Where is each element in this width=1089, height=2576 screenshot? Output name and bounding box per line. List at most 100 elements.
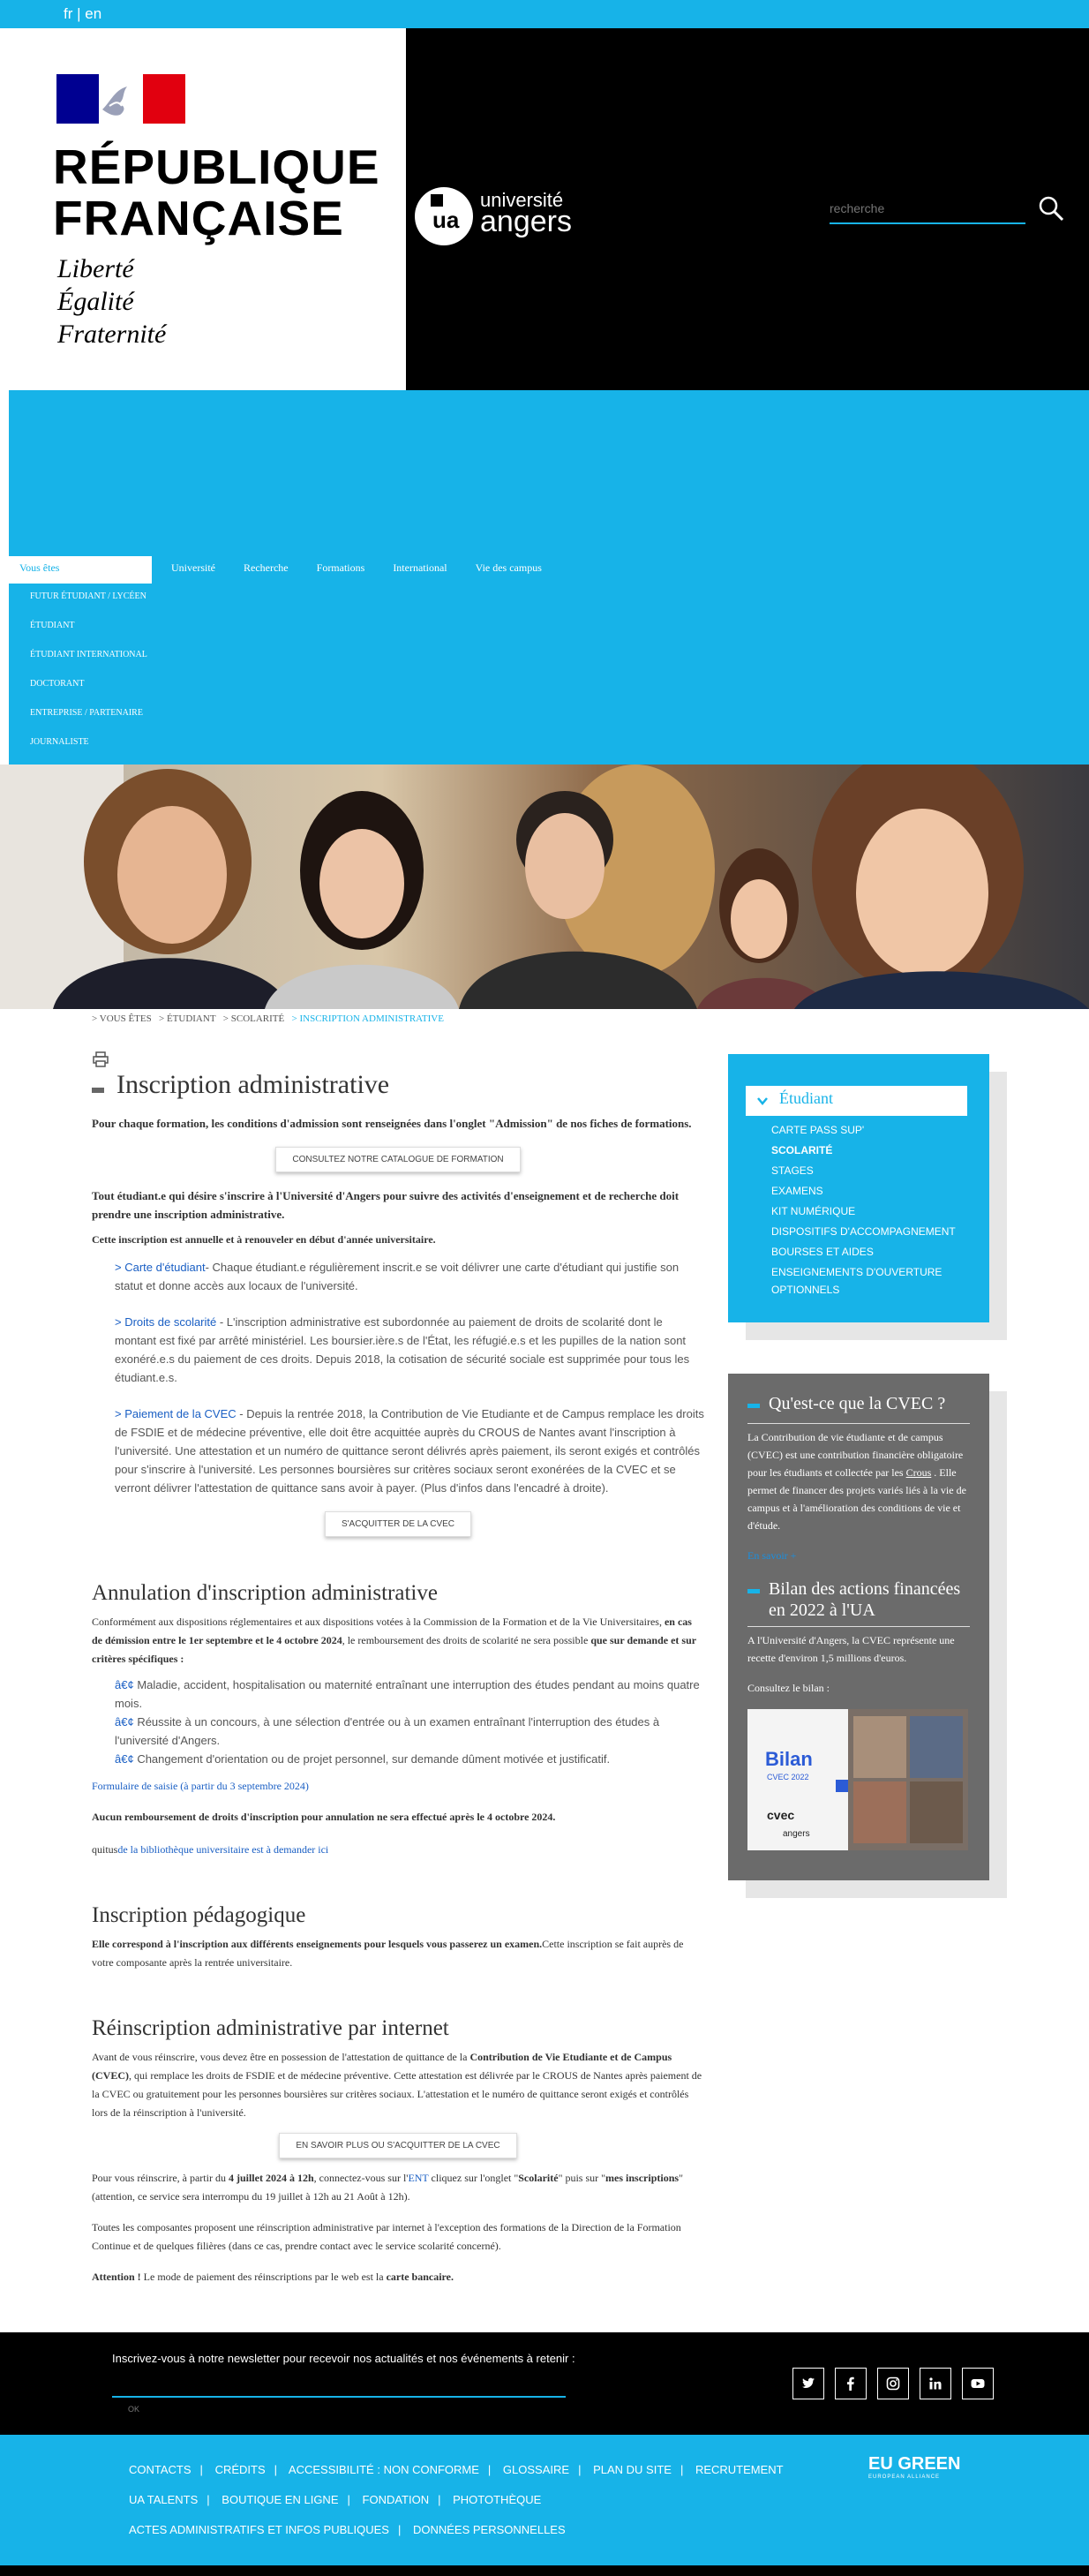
sidebar-item-enseignements[interactable]: ENSEIGNEMENTS D'OUVERTURE OPTIONNELS	[771, 1263, 983, 1299]
re-p2-e: cliquez sur l'onglet "	[428, 2172, 519, 2184]
cvec-more-link[interactable]: En savoir +	[747, 1547, 970, 1564]
sidebar-item-dispositifs[interactable]: DISPOSITIFS D'ACCOMPAGNEMENT	[771, 1223, 983, 1240]
subnav-entreprise[interactable]: ENTREPRISE / PARTENAIRE	[30, 706, 147, 735]
bilan-consult: Consultez le bilan :	[747, 1682, 830, 1694]
search-bar	[828, 194, 1064, 230]
re-p2-f: Scolarité	[518, 2172, 559, 2184]
sidebar-item-stages[interactable]: STAGES	[771, 1162, 983, 1179]
nav-item-formations[interactable]: Formations	[317, 561, 365, 575]
paiement-cvec-link[interactable]: > Paiement de la CVEC	[115, 1407, 237, 1420]
no-refund-notice: Aucun remboursement de droits d'inscript…	[92, 1811, 556, 1823]
cvec-pay-button[interactable]: S'ACQUITTER DE LA CVEC	[324, 1511, 472, 1537]
reinscription-text-1: Avant de vous réinscrire, vous devez êtr…	[92, 2048, 704, 2122]
divider	[747, 1626, 970, 1627]
en-savoir-plus-cvec-button[interactable]: EN SAVOIR PLUS OU S'ACQUITTER DE LA CVEC	[279, 2133, 517, 2158]
search-button[interactable]	[1036, 194, 1066, 224]
quitus-link[interactable]: de la bibliothèque universitaire est à d…	[117, 1843, 328, 1856]
re-p4-c: carte bancaire.	[386, 2271, 454, 2283]
nav-item-universite[interactable]: Université	[171, 561, 215, 575]
quitus-word: quitus	[92, 1843, 118, 1856]
list-item-orientation: â€¢ Changement d'orientation ou de proje…	[92, 1750, 704, 1768]
logo-angers: angers	[480, 205, 572, 238]
eu-green-subtitle: EUROPEAN ALLIANCE	[868, 2474, 941, 2480]
footer-link-glossaire[interactable]: GLOSSAIRE	[503, 2463, 569, 2476]
youtube-icon[interactable]	[962, 2368, 994, 2399]
breadcrumb-vous-etes[interactable]: > VOUS ÊTES	[92, 1013, 152, 1024]
reinscription-text-3: Toutes les composantes proposent une réi…	[92, 2221, 681, 2252]
search-input[interactable]	[830, 194, 1025, 224]
top-bar: fr | en	[0, 0, 1089, 28]
footer-link-accessibilite[interactable]: ACCESSIBILITÉ : NON CONFORME	[289, 2463, 479, 2476]
ua-small-logo: angers	[783, 1829, 810, 1839]
sidebar-item-bourses[interactable]: BOURSES ET AIDES	[771, 1243, 983, 1261]
bilan-cvec-image[interactable]: Bilan CVEC 2022 cvec angers	[747, 1709, 968, 1850]
linkedin-icon[interactable]	[920, 2368, 951, 2399]
republique-francaise-block: RÉPUBLIQUE FRANÇAISE Liberté Égalité Fra…	[9, 28, 406, 390]
subnav-etudiant[interactable]: ÉTUDIANT	[30, 619, 147, 648]
sidebar-item-carte-pass[interactable]: CARTE PASS SUP'	[771, 1121, 983, 1139]
sidebar-item-kit-numerique[interactable]: KIT NUMÉRIQUE	[771, 1202, 983, 1220]
sidebar-heading[interactable]: Étudiant	[746, 1086, 967, 1116]
footer-bottom-edge	[0, 2565, 1089, 2576]
subnav-futur-etudiant[interactable]: FUTUR ÉTUDIANT / LYCÉEN	[30, 590, 147, 619]
footer-link-boutique[interactable]: BOUTIQUE EN LIGNE	[222, 2493, 338, 2506]
re-p1-a: Avant de vous réinscrire, vous devez êtr…	[92, 2051, 470, 2063]
footer-link-credits[interactable]: CRÉDITS	[215, 2463, 266, 2476]
eu-green-text: EU GREEN	[868, 2454, 961, 2474]
ent-link[interactable]: ENT	[408, 2172, 428, 2184]
newsletter-email-input[interactable]	[112, 2378, 566, 2398]
twitter-icon[interactable]	[792, 2368, 824, 2399]
annul-part-3: , le remboursement des droits de scolari…	[342, 1634, 591, 1646]
facebook-icon[interactable]	[835, 2368, 867, 2399]
bullet-glyph: â€¢	[115, 1715, 134, 1729]
footer-link-ua-talents[interactable]: UA TALENTS	[129, 2493, 198, 2506]
re-p2-g: " puis sur "	[558, 2172, 606, 2184]
motto-liberte: Liberté	[57, 254, 134, 283]
breadcrumb-scolarite[interactable]: > SCOLARITÉ	[223, 1013, 284, 1024]
language-switch[interactable]: fr | en	[64, 5, 101, 23]
footer-link-phototheque[interactable]: PHOTOTHÈQUE	[453, 2493, 541, 2506]
list-item-paiement-cvec: > Paiement de la CVEC - Depuis la rentré…	[92, 1405, 704, 1497]
subnav-etudiant-international[interactable]: ÉTUDIANT INTERNATIONAL	[30, 648, 147, 677]
instagram-icon[interactable]	[877, 2368, 909, 2399]
svg-text:ua: ua	[432, 207, 460, 233]
bullet-glyph: â€¢	[115, 1678, 134, 1691]
footer-link-contacts[interactable]: CONTACTS	[129, 2463, 192, 2476]
sidebar-item-scolarite[interactable]: SCOLARITÉ	[771, 1141, 983, 1159]
newsletter-ok-button[interactable]: OK	[128, 2405, 139, 2414]
universite-angers-logo[interactable]: ua université angers	[413, 185, 603, 247]
motto-fraternite: Fraternité	[57, 320, 167, 349]
newsletter-text: Inscrivez-vous à notre newsletter pour r…	[112, 2352, 575, 2365]
newsletter-bar: Inscrivez-vous à notre newsletter pour r…	[0, 2332, 1089, 2435]
footer-link-plan-du-site[interactable]: PLAN DU SITE	[593, 2463, 672, 2476]
catalogue-button[interactable]: CONSULTEZ NOTRE CATALOGUE DE FORMATION	[275, 1147, 521, 1172]
annul-part-1: Conformément aux dispositions réglementa…	[92, 1616, 665, 1628]
heading-pedagogique: Inscription pédagogique	[92, 1903, 306, 1927]
footer-link-recrutement[interactable]: RECRUTEMENT	[695, 2463, 784, 2476]
bilan-title: Bilan	[765, 1748, 813, 1770]
droits-scolarite-link[interactable]: > Droits de scolarité	[115, 1315, 216, 1329]
nav-item-international[interactable]: International	[393, 561, 447, 575]
formulaire-link[interactable]: Formulaire de saisie (à partir du 3 sept…	[92, 1780, 309, 1792]
footer-link-actes-administratifs[interactable]: ACTES ADMINISTRATIFS ET INFOS PUBLIQUES	[129, 2523, 389, 2536]
sidebar-list: CARTE PASS SUP' SCOLARITÉ STAGES EXAMENS…	[771, 1121, 983, 1301]
footer-link-donnees-personnelles[interactable]: DONNÉES PERSONNELLES	[413, 2523, 566, 2536]
crous-link[interactable]: Crous	[906, 1466, 932, 1479]
bullet-text-2: Réussite à un concours, à une sélection …	[115, 1715, 660, 1747]
re-p2-h: mes inscriptions	[605, 2172, 680, 2184]
nav-item-vous-etes[interactable]: Vous êtes	[9, 556, 152, 584]
sidebar-item-examens[interactable]: EXAMENS	[771, 1182, 983, 1200]
republique-francaise-title: RÉPUBLIQUE FRANÇAISE	[53, 141, 380, 244]
print-icon[interactable]	[92, 1051, 109, 1068]
bilan-heading: Bilan des actions financées en 2022 à l'…	[747, 1578, 968, 1621]
nav-item-recherche[interactable]: Recherche	[244, 561, 289, 575]
footer-link-fondation[interactable]: FONDATION	[363, 2493, 430, 2506]
rf-title-line-2: FRANÇAISE	[53, 191, 344, 245]
eu-green-logo[interactable]: EU GREEN EUROPEAN ALLIANCE	[868, 2454, 960, 2480]
carte-etudiant-link[interactable]: > Carte d'étudiant	[115, 1261, 206, 1274]
breadcrumb-etudiant[interactable]: > ÉTUDIANT	[159, 1013, 216, 1024]
subnav-journaliste[interactable]: JOURNALISTE	[30, 735, 147, 765]
nav-item-vie-des-campus[interactable]: Vie des campus	[476, 561, 542, 575]
subnav-doctorant[interactable]: DOCTORANT	[30, 677, 147, 706]
motto-egalite: Égalité	[57, 287, 134, 316]
